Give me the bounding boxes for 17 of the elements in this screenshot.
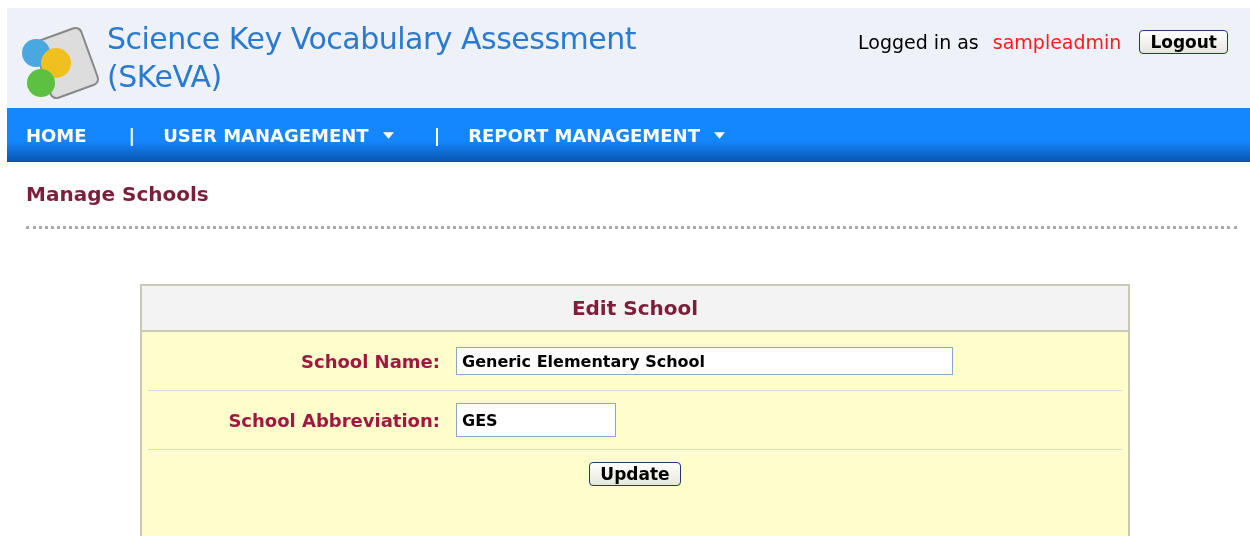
field-label: School Abbreviation: <box>227 409 440 431</box>
page-title: Manage Schools <box>26 182 1237 229</box>
app-title: Science Key Vocabulary Assessment (SKeVA) <box>107 20 638 96</box>
nav-link[interactable]: HOME <box>26 124 87 146</box>
form-title: Edit School <box>142 286 1128 332</box>
caret-icon[interactable] <box>382 131 394 139</box>
nav-separator: | <box>433 124 441 146</box>
nav-link[interactable]: REPORT MANAGEMENT <box>468 124 700 146</box>
field-label: School Name: <box>300 350 440 372</box>
nav-separator: | <box>128 124 136 146</box>
logout-button[interactable]: Logout <box>1139 30 1228 54</box>
input-field[interactable]: Generic Elementary School <box>456 347 953 375</box>
input-field[interactable]: GES <box>456 403 616 437</box>
update-button[interactable]: Update <box>589 462 681 486</box>
caret-icon[interactable] <box>713 131 725 139</box>
logged-in-label: Logged in as <box>858 31 979 53</box>
nav-link[interactable]: USER MANAGEMENT <box>163 124 369 146</box>
